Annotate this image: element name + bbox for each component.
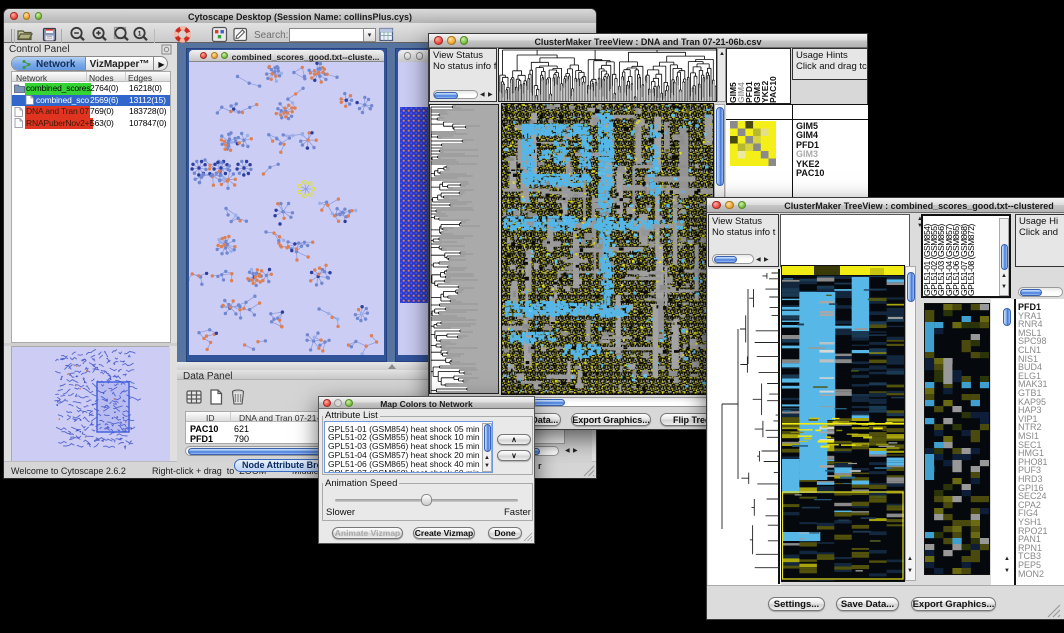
- svg-text:1: 1: [138, 31, 142, 38]
